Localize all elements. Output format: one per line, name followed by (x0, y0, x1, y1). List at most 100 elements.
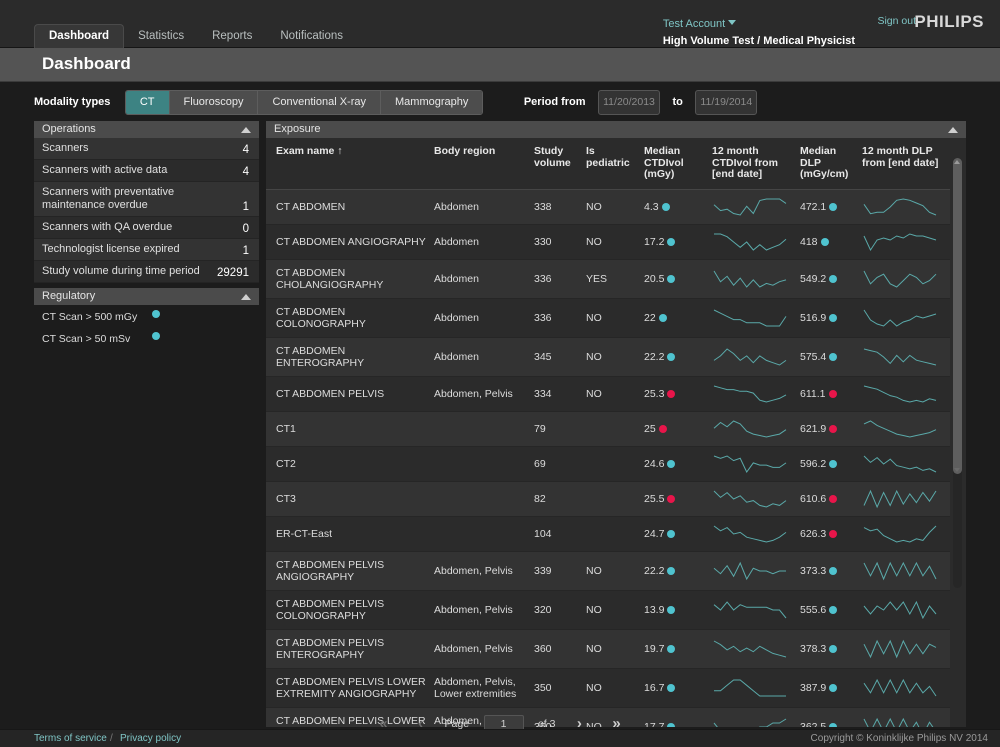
cell-is-pediatric: NO (586, 189, 644, 224)
cell-ctdivol-trend (712, 516, 800, 551)
nav-tab-statistics[interactable]: Statistics (124, 25, 198, 48)
status-dot-icon (667, 645, 675, 653)
table-row-scanner[interactable]: CT38225.5610.6 (266, 481, 950, 516)
table-row[interactable]: CT ABDOMEN ANGIOGRAPHYAbdomen330NO17.241… (266, 224, 950, 259)
sign-out-link[interactable]: Sign out (877, 15, 916, 27)
exposure-panel: Exposure Exam name ↑Body regionStudy vol… (266, 121, 966, 727)
account-name[interactable]: Test Account (663, 18, 725, 30)
operations-row: Study volume during time period29291 (34, 261, 259, 283)
operations-row-value: 4 (243, 166, 249, 178)
period-to-input[interactable]: 11/19/2014 (695, 90, 757, 115)
table-row-scanner[interactable]: CT17925621.9 (266, 411, 950, 446)
status-dot-icon (829, 390, 837, 398)
cell-study-volume: 69 (534, 446, 586, 481)
column-header-5[interactable]: 12 month CTDIvol from [end date] (712, 138, 800, 189)
cell-median-ctdivol: 13.9 (644, 590, 712, 629)
cell-exam-name: CT ABDOMEN PELVIS COLONOGRAPHY (266, 590, 434, 629)
cell-dlp-trend (862, 629, 950, 668)
table-row[interactable]: CT ABDOMENAbdomen338NO4.3472.1 (266, 189, 950, 224)
column-header-4[interactable]: Median CTDIvol (mGy) (644, 138, 712, 189)
cell-dlp-trend (862, 337, 950, 376)
status-dot-icon (829, 684, 837, 692)
collapse-up-icon[interactable] (241, 294, 251, 300)
modality-button-fluoroscopy[interactable]: Fluoroscopy (170, 91, 259, 114)
sparkline-chart (862, 269, 938, 289)
regulatory-panel-header: Regulatory (34, 288, 259, 305)
modality-button-ct[interactable]: CT (126, 91, 170, 114)
terms-of-service-link[interactable]: Terms of service (34, 733, 107, 744)
cell-study-volume: 336 (534, 298, 586, 337)
table-row-scanner[interactable]: CT26924.6596.2 (266, 446, 950, 481)
table-row[interactable]: CT ABDOMEN PELVIS LOWER EXTREMITY ANGIOG… (266, 668, 950, 707)
nav-tab-dashboard[interactable]: Dashboard (34, 24, 124, 48)
table-row-scanner[interactable]: ER-CT-East10424.7626.3 (266, 516, 950, 551)
cell-is-pediatric: NO (586, 668, 644, 707)
table-row[interactable]: CT ABDOMEN PELVISAbdomen, Pelvis334NO25.… (266, 376, 950, 411)
left-panel-column: Operations Scanners4Scanners with active… (34, 121, 259, 349)
filter-bar: Modality types CTFluoroscopyConventional… (34, 90, 966, 115)
modality-button-mammography[interactable]: Mammography (381, 91, 482, 114)
cell-ctdivol-trend (712, 590, 800, 629)
sparkline-chart (712, 454, 788, 474)
cell-median-dlp: 387.9 (800, 668, 862, 707)
table-row[interactable]: CT ABDOMEN PELVIS ENTEROGRAPHYAbdomen, P… (266, 629, 950, 668)
median-ctdivol-value: 17.2 (644, 236, 664, 248)
cell-is-pediatric (586, 516, 644, 551)
status-dot-icon (829, 353, 837, 361)
column-header-3[interactable]: Is pediatric (586, 138, 644, 189)
median-dlp-value: 549.2 (800, 273, 826, 285)
table-row[interactable]: CT ABDOMEN CHOLANGIOGRAPHYAbdomen336YES2… (266, 259, 950, 298)
sparkline-chart (712, 384, 788, 404)
column-header-7[interactable]: 12 month DLP from [end date] (862, 138, 950, 189)
cell-median-ctdivol: 24.6 (644, 446, 712, 481)
sparkline-chart (862, 639, 938, 659)
status-dot-icon (667, 353, 675, 361)
sparkline-chart (712, 269, 788, 289)
cell-is-pediatric: NO (586, 337, 644, 376)
column-header-0[interactable]: Exam name ↑ (266, 138, 434, 189)
scrollbar-thumb[interactable] (953, 158, 962, 474)
table-row[interactable]: CT ABDOMEN COLONOGRAPHYAbdomen336NO22516… (266, 298, 950, 337)
cell-body-region: Abdomen, Pelvis (434, 590, 534, 629)
operations-row: Scanners4 (34, 138, 259, 160)
cell-ctdivol-trend (712, 376, 800, 411)
nav-tab-reports[interactable]: Reports (198, 25, 266, 48)
median-ctdivol-value: 22.2 (644, 351, 664, 363)
column-header-1[interactable]: Body region (434, 138, 534, 189)
collapse-up-icon[interactable] (948, 127, 958, 133)
cell-is-pediatric: NO (586, 551, 644, 590)
column-header-6[interactable]: Median DLP (mGy/cm) (800, 138, 862, 189)
scroll-up-icon[interactable] (954, 160, 960, 164)
privacy-policy-link[interactable]: Privacy policy (120, 733, 181, 744)
nav-tab-notifications[interactable]: Notifications (266, 25, 357, 48)
cell-ctdivol-trend (712, 668, 800, 707)
sparkline-chart (862, 384, 938, 404)
status-dot-icon (667, 530, 675, 538)
median-ctdivol-value: 19.7 (644, 643, 664, 655)
modality-type-selector[interactable]: CTFluoroscopyConventional X-rayMammograp… (125, 90, 484, 115)
median-ctdivol-value: 16.7 (644, 682, 664, 694)
cell-dlp-trend (862, 590, 950, 629)
cell-dlp-trend (862, 298, 950, 337)
status-dot-icon (829, 425, 837, 433)
scroll-down-icon[interactable] (954, 468, 960, 472)
table-row[interactable]: CT ABDOMEN PELVIS COLONOGRAPHYAbdomen, P… (266, 590, 950, 629)
status-dot-icon (829, 495, 837, 503)
period-from-input[interactable]: 11/20/2013 (598, 90, 660, 115)
table-row[interactable]: CT ABDOMEN PELVIS ANGIOGRAPHYAbdomen, Pe… (266, 551, 950, 590)
account-menu[interactable]: Test Account (663, 12, 855, 34)
exposure-vertical-scrollbar[interactable] (953, 158, 962, 588)
chevron-down-icon[interactable] (728, 20, 736, 25)
table-row[interactable]: CT ABDOMEN ENTEROGRAPHYAbdomen345NO22.25… (266, 337, 950, 376)
cell-study-volume: 338 (534, 189, 586, 224)
status-dot-icon (667, 460, 675, 468)
column-header-2[interactable]: Study volume (534, 138, 586, 189)
cell-study-volume: 345 (534, 337, 586, 376)
cell-study-volume: 339 (534, 551, 586, 590)
regulatory-row: CT Scan > 50 mSv (34, 327, 259, 349)
collapse-up-icon[interactable] (241, 127, 251, 133)
modality-button-conventional-x-ray[interactable]: Conventional X-ray (258, 91, 381, 114)
cell-body-region (434, 516, 534, 551)
cell-body-region (434, 446, 534, 481)
regulatory-row: CT Scan > 500 mGy (34, 305, 259, 327)
